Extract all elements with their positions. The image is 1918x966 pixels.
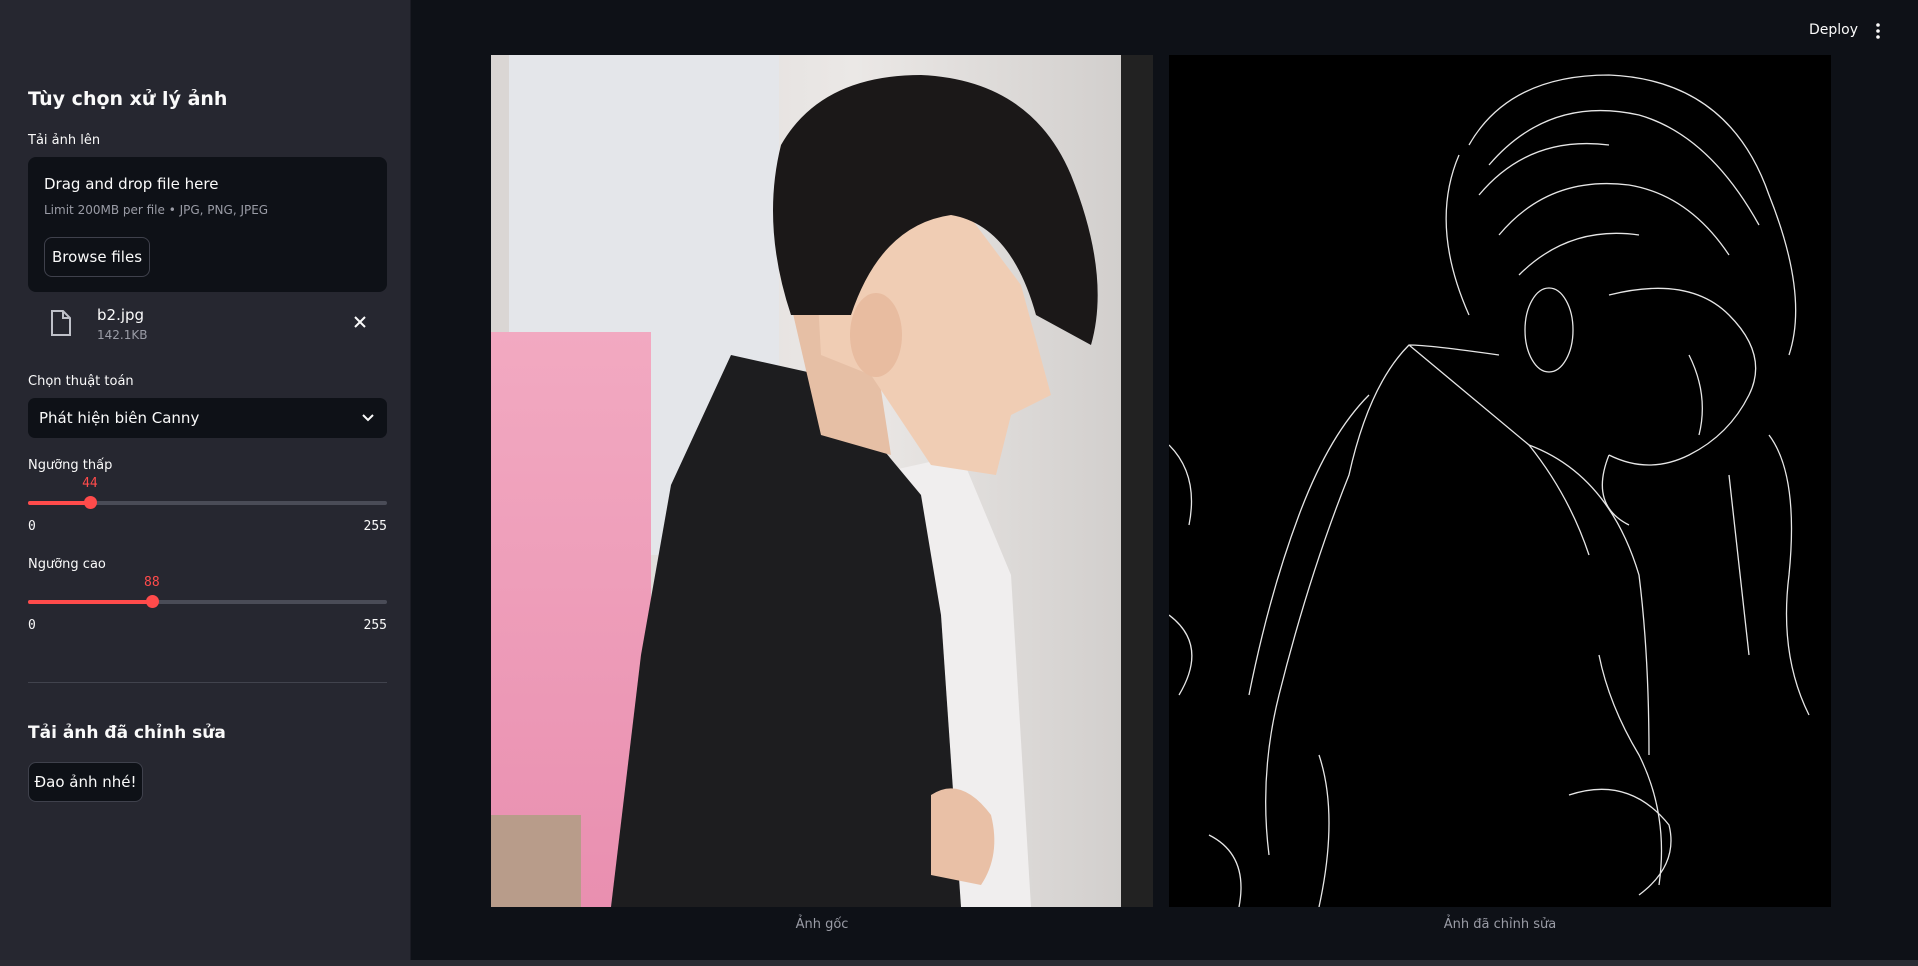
high-threshold-slider[interactable]: 88 0 255	[28, 575, 387, 660]
sidebar-divider	[28, 682, 387, 683]
deploy-button[interactable]: Deploy	[1809, 22, 1858, 38]
high-threshold-label: Ngưỡng cao	[28, 557, 106, 572]
download-section-title: Tải ảnh đã chỉnh sửa	[28, 723, 226, 743]
slider-max: 255	[363, 618, 387, 633]
file-icon	[51, 310, 71, 336]
original-image-caption: Ảnh gốc	[795, 917, 849, 932]
slider-thumb[interactable]	[83, 496, 97, 509]
sidebar: Tùy chọn xử lý ảnh Tải ảnh lên Drag and …	[0, 0, 411, 966]
algorithm-label: Chọn thuật toán	[28, 374, 134, 389]
more-options-icon[interactable]	[1872, 22, 1884, 40]
edited-image-caption: Ảnh đã chỉnh sửa	[1443, 917, 1557, 932]
upload-label: Tải ảnh lên	[28, 133, 101, 148]
download-button[interactable]: Đao ảnh nhé!	[28, 762, 143, 802]
file-size: 142.1KB	[97, 328, 148, 342]
browse-files-button[interactable]: Browse files	[44, 237, 150, 277]
slider-value: 44	[82, 476, 98, 491]
edge-detected-illustration	[1169, 74, 1810, 907]
slider-max: 255	[363, 519, 387, 534]
slider-fill	[28, 600, 152, 604]
chevron-down-icon	[362, 414, 374, 422]
uploaded-file: b2.jpg 142.1KB	[28, 300, 387, 350]
algorithm-selected-value: Phát hiện biên Canny	[39, 409, 200, 427]
algorithm-select[interactable]: Phát hiện biên Canny	[28, 398, 387, 438]
slider-min: 0	[28, 618, 36, 633]
file-dropzone[interactable]: Drag and drop file here Limit 200MB per …	[28, 157, 387, 292]
remove-file-icon[interactable]	[350, 312, 370, 332]
dropzone-limit: Limit 200MB per file • JPG, PNG, JPEG	[44, 203, 269, 217]
low-threshold-label: Ngưỡng thấp	[28, 458, 113, 473]
edited-image	[1169, 55, 1831, 907]
slider-fill	[28, 501, 90, 505]
bottom-border	[0, 960, 1918, 966]
dropzone-title: Drag and drop file here	[44, 175, 219, 193]
original-photo-illustration	[491, 55, 1153, 907]
slider-thumb[interactable]	[145, 595, 159, 608]
slider-value: 88	[144, 575, 160, 590]
slider-min: 0	[28, 519, 36, 534]
app: Tùy chọn xử lý ảnh Tải ảnh lên Drag and …	[0, 0, 1918, 966]
low-threshold-slider[interactable]: 44 0 255	[28, 476, 387, 561]
original-image	[491, 55, 1153, 907]
sidebar-title: Tùy chọn xử lý ảnh	[28, 88, 228, 110]
file-name: b2.jpg	[97, 306, 145, 324]
